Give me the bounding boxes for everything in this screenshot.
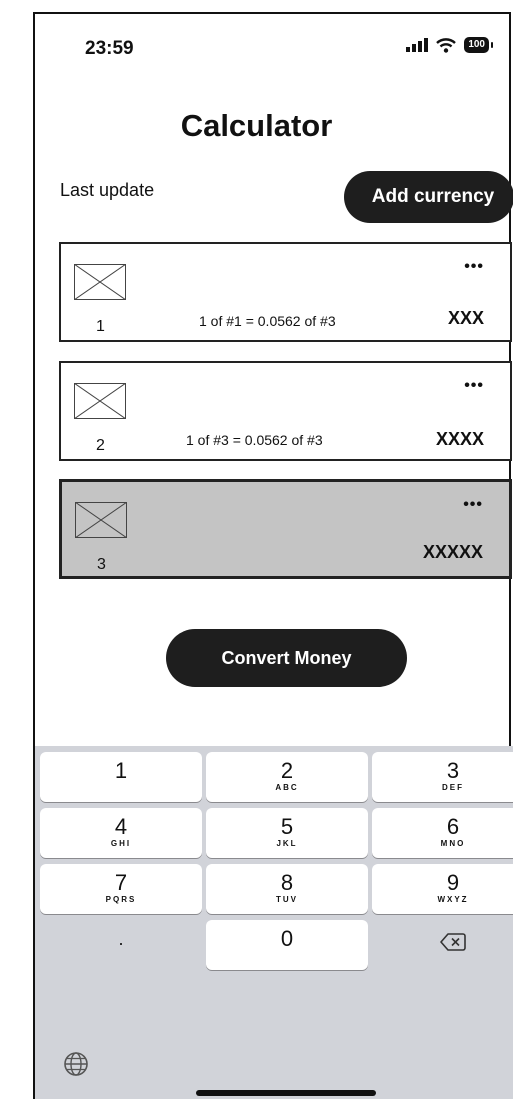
battery-icon: 100	[464, 37, 493, 53]
exchange-rate: 1 of #3 = 0.0562 of #3	[186, 432, 323, 448]
key-delete[interactable]	[372, 920, 513, 970]
currency-number: 3	[97, 556, 106, 573]
key-letters: ABC	[275, 783, 299, 792]
convert-money-button[interactable]: Convert Money	[166, 629, 407, 687]
key-4[interactable]: 4 GHI	[40, 808, 202, 858]
key-digit: 9	[446, 870, 460, 895]
key-letters: JKL	[276, 839, 298, 848]
currency-code: XXX	[447, 308, 484, 328]
page-title: Calculator	[180, 108, 333, 143]
more-options-button[interactable]: •••	[464, 377, 484, 395]
currency-card-2[interactable]: 2 1 of #3 = 0.0562 of #3 ••• XXXX	[59, 361, 512, 461]
exchange-rate: 1 of #1 = 0.0562 of #3	[199, 313, 336, 329]
key-0[interactable]: 0	[206, 920, 368, 970]
more-options-button[interactable]: •••	[464, 258, 484, 276]
currency-number: 1	[96, 318, 105, 335]
add-currency-button[interactable]: Add currency	[344, 171, 513, 223]
phone-screen: 23:59 100 Calculator Last update Add cur…	[0, 0, 513, 1099]
key-digit: 0	[280, 926, 294, 951]
more-options-button[interactable]: •••	[463, 496, 483, 514]
key-letters: PQRS	[105, 895, 137, 904]
currency-code: XXXXX	[422, 542, 483, 562]
key-digit: 3	[446, 758, 460, 783]
key-digit: 2	[280, 758, 294, 783]
key-5[interactable]: 5 JKL	[206, 808, 368, 858]
key-3[interactable]: 3 DEF	[372, 752, 513, 802]
last-update-label: Last update	[60, 180, 155, 200]
key-1[interactable]: 1	[40, 752, 202, 802]
status-time: 23:59	[85, 38, 134, 59]
key-decimal[interactable]: .	[40, 920, 202, 970]
signal-icon	[406, 38, 429, 52]
key-digit: 4	[114, 814, 128, 839]
currency-card-1[interactable]: 1 1 of #1 = 0.0562 of #3 ••• XXX	[59, 242, 512, 342]
image-placeholder-icon	[74, 383, 126, 419]
currency-code: XXXX	[435, 429, 484, 449]
key-digit: .	[118, 929, 124, 949]
key-letters: WXYZ	[437, 895, 469, 904]
key-9[interactable]: 9 WXYZ	[372, 864, 513, 914]
image-placeholder-icon	[74, 264, 126, 300]
key-7[interactable]: 7 PQRS	[40, 864, 202, 914]
key-2[interactable]: 2 ABC	[206, 752, 368, 802]
key-digit: 8	[280, 870, 294, 895]
image-placeholder-icon	[75, 502, 127, 538]
numeric-keypad: 1 2 ABC 3 DEF 4 GHI 5 JKL 6 MNO 7 PQRS 8	[35, 746, 513, 1099]
backspace-icon	[440, 933, 466, 951]
wifi-icon	[436, 37, 457, 53]
currency-card-3[interactable]: 3 ••• XXXXX	[59, 479, 512, 579]
home-indicator	[196, 1090, 376, 1096]
key-digit: 1	[114, 758, 128, 783]
globe-icon[interactable]	[63, 1051, 89, 1077]
key-8[interactable]: 8 TUV	[206, 864, 368, 914]
key-digit: 5	[280, 814, 294, 839]
currency-number: 2	[96, 437, 105, 454]
key-letters: GHI	[110, 839, 132, 848]
key-letters: DEF	[442, 783, 464, 792]
key-letters: TUV	[276, 895, 298, 904]
key-digit: 6	[446, 814, 460, 839]
key-6[interactable]: 6 MNO	[372, 808, 513, 858]
status-icons: 100	[406, 37, 493, 53]
key-letters: MNO	[440, 839, 466, 848]
key-digit: 7	[114, 870, 128, 895]
